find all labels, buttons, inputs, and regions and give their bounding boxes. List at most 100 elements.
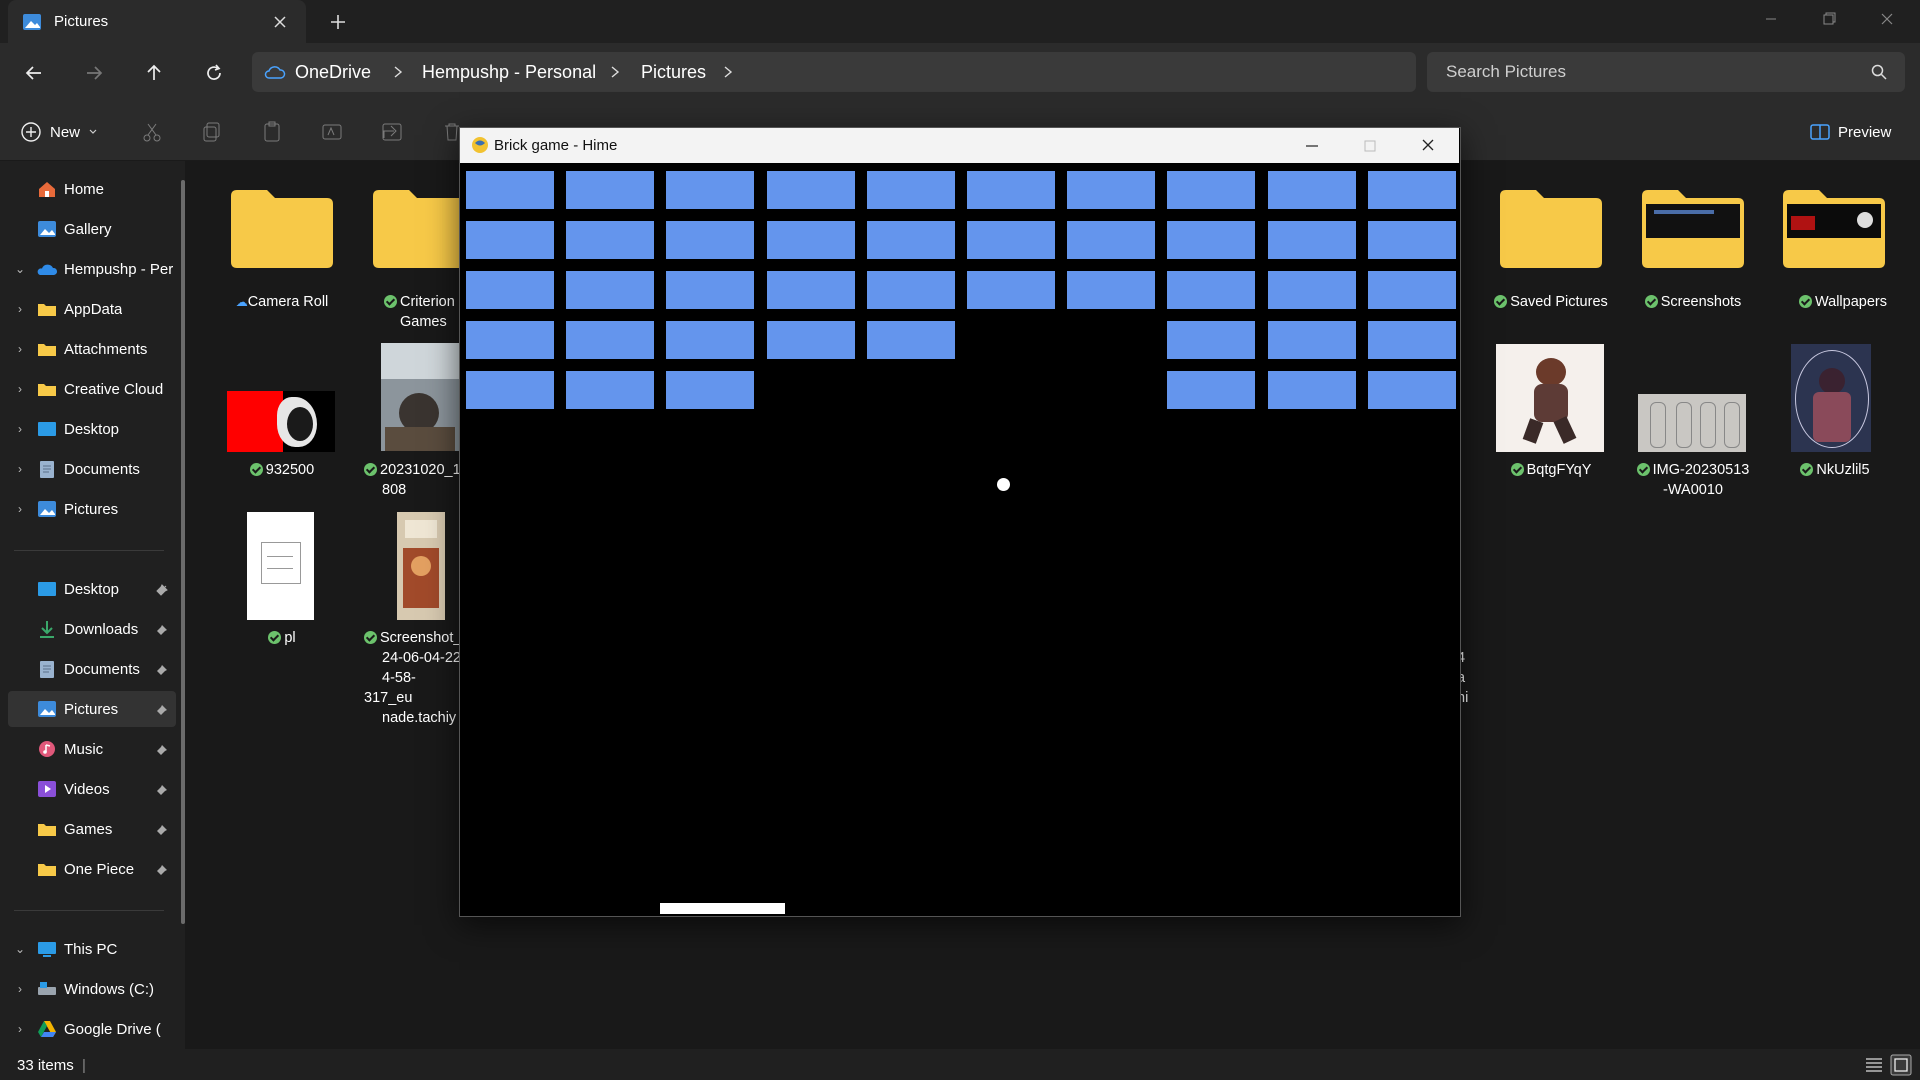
paddle[interactable] [660, 903, 785, 914]
chevron-right-icon[interactable] [721, 62, 735, 82]
synced-check-icon [1510, 463, 1524, 476]
item-label: 20231020_1 808 [364, 460, 464, 500]
folder-criterion-games[interactable] [371, 186, 459, 270]
preview-button[interactable]: Preview [1810, 118, 1891, 146]
sidebar-item-qa-downloads[interactable]: Downloads [8, 611, 176, 647]
chevron-right-icon[interactable]: › [8, 421, 32, 437]
back-button[interactable] [16, 58, 52, 88]
sidebar-item-qa-documents[interactable]: Documents [8, 651, 176, 687]
rename-icon[interactable] [320, 120, 344, 144]
close-window-icon[interactable] [1416, 136, 1440, 156]
pin-icon[interactable] [156, 862, 170, 876]
brick [566, 371, 655, 409]
paste-icon[interactable] [260, 120, 284, 144]
chevron-right-icon[interactable]: › [8, 461, 32, 477]
brick [1367, 271, 1456, 309]
sidebar-item-google-drive[interactable]: › Google Drive ( [8, 1011, 176, 1047]
chevron-down-icon[interactable]: ⌄ [8, 941, 32, 957]
chevron-right-icon[interactable]: › [8, 981, 32, 997]
brick [766, 271, 855, 309]
game-title: Brick game - Hime [494, 137, 618, 154]
sidebar-item-pictures[interactable]: › Pictures [8, 491, 176, 527]
image-thumbnail-pl[interactable] [247, 512, 314, 620]
pin-icon[interactable] [156, 742, 170, 756]
sidebar-item-creative-cloud[interactable]: › Creative Cloud [8, 371, 176, 407]
synced-check-icon [364, 463, 377, 476]
sidebar-item-desktop[interactable]: › Desktop [8, 411, 176, 447]
chevron-right-icon[interactable] [391, 62, 405, 82]
image-thumbnail-img-20230513[interactable] [1638, 394, 1746, 452]
folder-camera-roll[interactable] [229, 186, 335, 270]
sidebar-item-qa-music[interactable]: Music [8, 731, 176, 767]
brick [466, 371, 554, 409]
chevron-right-icon[interactable]: › [8, 501, 32, 517]
folder-screenshots[interactable] [1640, 186, 1746, 270]
share-icon[interactable] [380, 120, 404, 144]
brick [566, 221, 655, 259]
chevron-right-icon[interactable]: › [8, 1021, 32, 1037]
sidebar-item-this-pc[interactable]: ⌄ This PC [8, 931, 176, 967]
maximize-icon[interactable] [1358, 136, 1382, 156]
large-icons-view-icon[interactable] [1890, 1054, 1912, 1076]
details-view-icon[interactable] [1864, 1056, 1884, 1074]
pin-icon[interactable] [156, 622, 170, 636]
image-thumbnail-20231020[interactable] [381, 343, 459, 451]
brick [866, 221, 955, 259]
sidebar-item-windows-c[interactable]: › Windows (C:) [8, 971, 176, 1007]
sidebar-item-appdata[interactable]: › AppData [8, 291, 176, 327]
close-window-icon[interactable] [1865, 6, 1909, 34]
sidebar-item-documents[interactable]: › Documents [8, 451, 176, 487]
sidebar-item-onedrive[interactable]: ⌄ Hempushp - Per [8, 251, 176, 287]
synced-check-icon [1636, 463, 1650, 476]
tab-pictures[interactable] [8, 0, 306, 43]
chevron-right-icon[interactable]: › [8, 341, 32, 357]
forward-button[interactable] [76, 58, 112, 88]
minimize-icon[interactable] [1749, 6, 1793, 34]
chevron-right-icon[interactable]: › [8, 381, 32, 397]
sidebar-item-qa-pictures[interactable]: Pictures [8, 691, 176, 727]
game-canvas[interactable] [460, 163, 1459, 914]
folder-saved-pictures[interactable] [1498, 186, 1604, 270]
add-tab-icon[interactable] [326, 10, 350, 34]
restore-icon[interactable] [1807, 6, 1851, 34]
cut-icon[interactable] [140, 120, 164, 144]
image-thumbnail-bqtgfyqy[interactable] [1496, 344, 1604, 452]
folder-icon [38, 344, 56, 356]
breadcrumb-personal[interactable]: Hempushp - Personal [422, 62, 596, 83]
sidebar-item-attachments[interactable]: › Attachments [8, 331, 176, 367]
sidebar-item-qa-videos[interactable]: Videos [8, 771, 176, 807]
sidebar-item-qa-games[interactable]: Games [8, 811, 176, 847]
pin-icon[interactable] [156, 782, 170, 796]
image-thumbnail-932500[interactable] [227, 391, 335, 452]
pin-icon[interactable] [156, 702, 170, 716]
brick [666, 221, 755, 259]
pin-icon[interactable] [156, 582, 170, 596]
close-icon[interactable] [268, 10, 292, 34]
chevron-right-icon[interactable] [608, 62, 622, 82]
sidebar-item-gallery[interactable]: Gallery [8, 211, 176, 247]
pin-icon[interactable] [156, 822, 170, 836]
up-button[interactable] [136, 58, 172, 88]
sidebar-item-qa-desktop[interactable]: Desktop [8, 571, 176, 607]
brick [466, 321, 554, 359]
breadcrumb-pictures[interactable]: Pictures [641, 62, 706, 83]
sidebar-item-qa-one-piece[interactable]: One Piece [8, 851, 176, 887]
pin-icon[interactable] [156, 662, 170, 676]
refresh-button[interactable] [196, 58, 232, 88]
folder-wallpapers[interactable] [1781, 186, 1887, 270]
chevron-down-icon[interactable]: ⌄ [8, 261, 32, 277]
brick [666, 321, 755, 359]
item-label: ☁Camera Roll [235, 294, 329, 310]
brick [967, 271, 1055, 309]
minimize-icon[interactable] [1300, 136, 1324, 156]
search-icon[interactable] [1871, 64, 1887, 80]
image-thumbnail-nkuzlil5[interactable] [1791, 344, 1871, 452]
download-icon [40, 621, 54, 638]
new-button[interactable]: New [20, 118, 98, 146]
pictures-icon [38, 501, 56, 517]
chevron-right-icon[interactable]: › [8, 301, 32, 317]
image-thumbnail-screenshot[interactable] [397, 512, 445, 620]
breadcrumb-onedrive[interactable]: OneDrive [295, 62, 371, 83]
sidebar-item-home[interactable]: Home [8, 171, 176, 207]
copy-icon[interactable] [200, 120, 224, 144]
